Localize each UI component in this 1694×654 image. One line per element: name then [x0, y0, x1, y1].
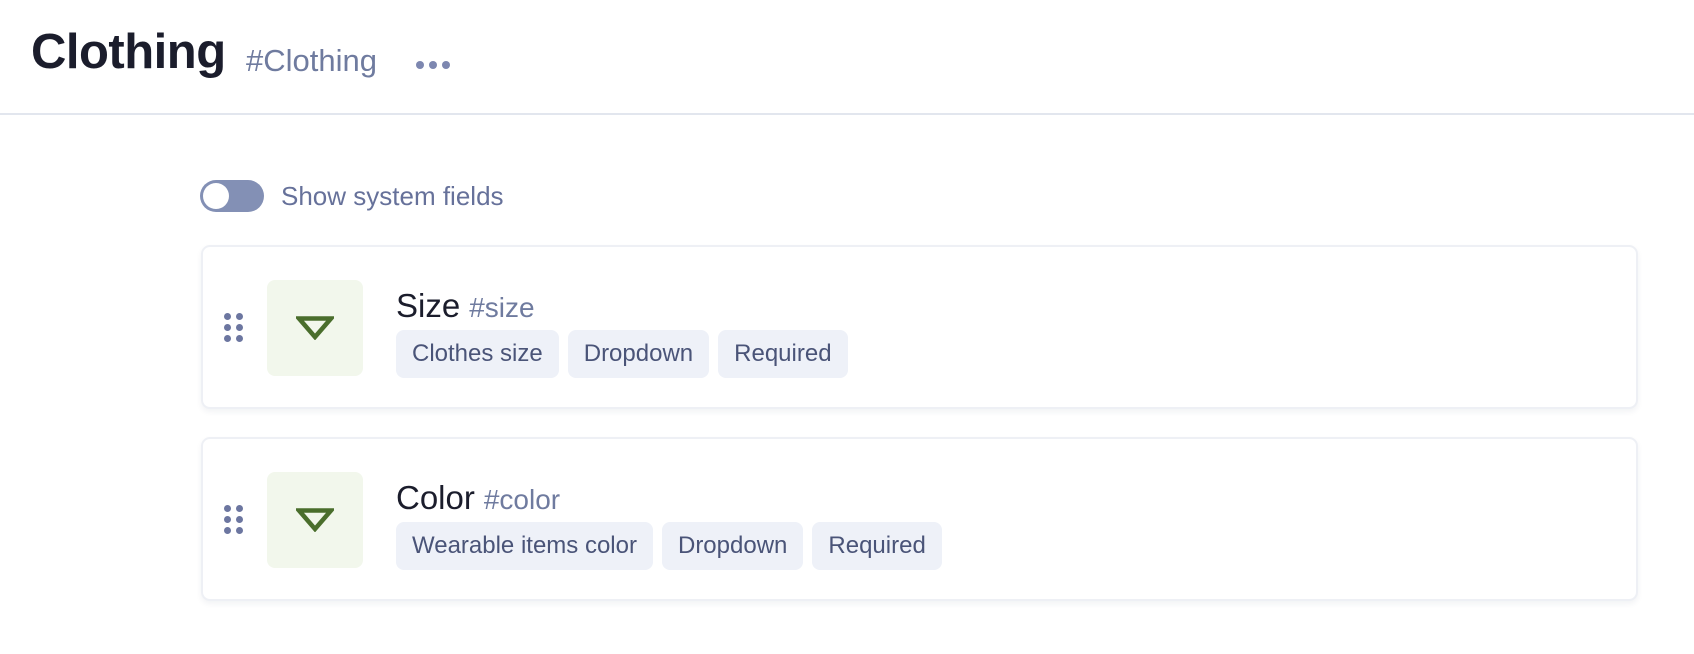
badge-type: Dropdown — [567, 330, 710, 378]
toggle-knob — [203, 183, 229, 209]
drag-handle-icon[interactable] — [224, 505, 244, 535]
field-card-color[interactable]: Color #color Wearable items color Dropdo… — [201, 437, 1638, 601]
show-system-fields-row: Show system fields — [200, 180, 504, 212]
page-title: Clothing — [31, 25, 226, 79]
dropdown-field-icon — [267, 472, 363, 568]
badge-required: Required — [718, 330, 848, 378]
dropdown-field-icon — [267, 280, 363, 376]
field-name: Size — [396, 287, 461, 324]
page-header: Clothing #Clothing — [0, 0, 1694, 115]
field-title: Color #color — [396, 481, 560, 514]
badge-label: Clothes size — [396, 330, 559, 378]
badge-label: Wearable items color — [396, 522, 653, 570]
field-name: Color — [396, 479, 475, 516]
field-key: #size — [469, 292, 535, 323]
dropdown-triangle-icon — [296, 508, 334, 532]
page-slug: #Clothing — [246, 43, 377, 78]
badge-required: Required — [812, 522, 942, 570]
ellipsis-dot — [442, 61, 450, 69]
badge-type: Dropdown — [661, 522, 804, 570]
field-badges: Wearable items color Dropdown Required — [396, 522, 942, 570]
field-key: #color — [483, 484, 561, 515]
field-badges: Clothes size Dropdown Required — [396, 330, 848, 378]
show-system-fields-label[interactable]: Show system fields — [281, 181, 504, 212]
dropdown-triangle-icon — [296, 316, 334, 340]
more-options-button[interactable] — [410, 52, 456, 78]
show-system-fields-toggle[interactable] — [200, 180, 264, 212]
ellipsis-dot — [429, 61, 437, 69]
drag-handle-icon[interactable] — [224, 313, 244, 343]
field-card-size[interactable]: Size #size Clothes size Dropdown Require… — [201, 245, 1638, 409]
ellipsis-horizontal-icon — [416, 61, 424, 69]
field-title: Size #size — [396, 289, 535, 322]
